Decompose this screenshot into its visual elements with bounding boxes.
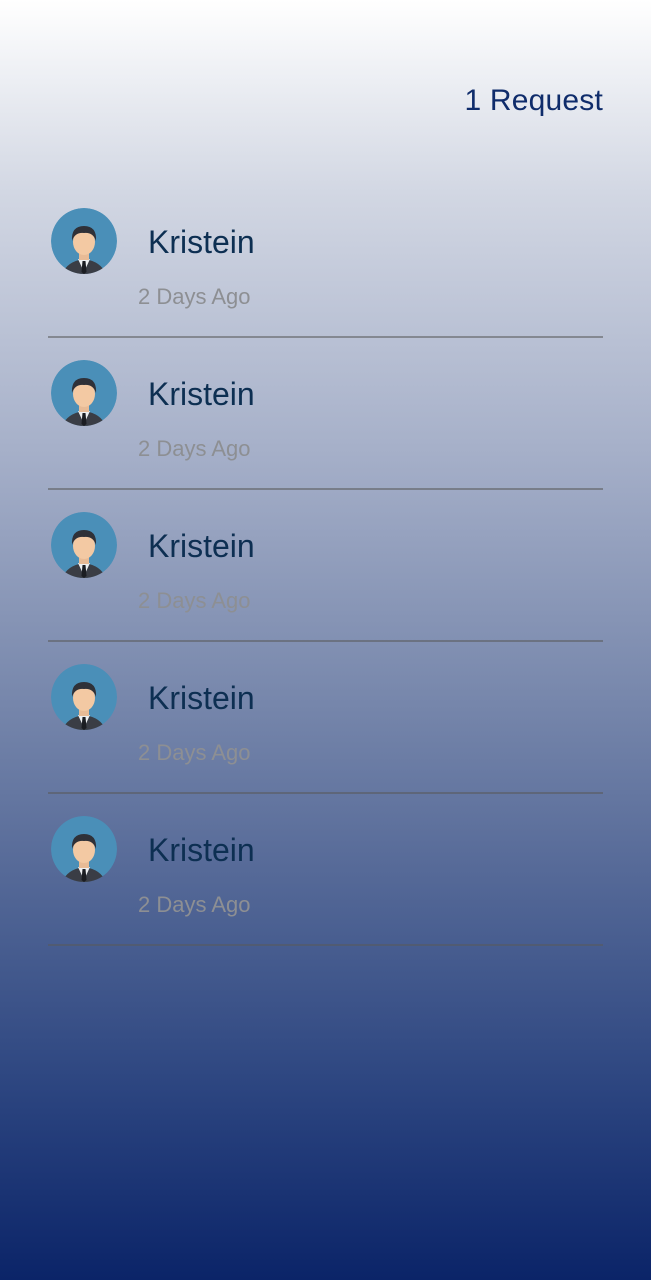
request-item[interactable]: Kristein 2 Days Ago	[48, 794, 603, 946]
request-time: 2 Days Ago	[138, 892, 251, 917]
requester-name: Kristein	[148, 376, 255, 412]
avatar	[51, 208, 117, 274]
businessman-avatar-icon	[51, 360, 117, 426]
request-item[interactable]: Kristein 2 Days Ago	[48, 338, 603, 490]
request-time: 2 Days Ago	[138, 284, 251, 309]
businessman-avatar-icon	[51, 816, 117, 882]
request-item[interactable]: Kristein 2 Days Ago	[48, 642, 603, 794]
request-time: 2 Days Ago	[138, 436, 251, 461]
request-item[interactable]: Kristein 2 Days Ago	[48, 490, 603, 642]
avatar	[51, 816, 117, 882]
requester-name: Kristein	[148, 832, 255, 868]
businessman-avatar-icon	[51, 664, 117, 730]
request-list: Kristein 2 Days Ago Kristein 2 Days Ago	[48, 186, 603, 946]
request-time: 2 Days Ago	[138, 588, 251, 613]
requester-name: Kristein	[148, 528, 255, 564]
requester-name: Kristein	[148, 224, 255, 260]
avatar	[51, 512, 117, 578]
request-count-label: 1 Request	[464, 84, 603, 117]
requester-name: Kristein	[148, 680, 255, 716]
businessman-avatar-icon	[51, 208, 117, 274]
avatar	[51, 664, 117, 730]
request-time: 2 Days Ago	[138, 740, 251, 765]
avatar	[51, 360, 117, 426]
request-item[interactable]: Kristein 2 Days Ago	[48, 186, 603, 338]
businessman-avatar-icon	[51, 512, 117, 578]
